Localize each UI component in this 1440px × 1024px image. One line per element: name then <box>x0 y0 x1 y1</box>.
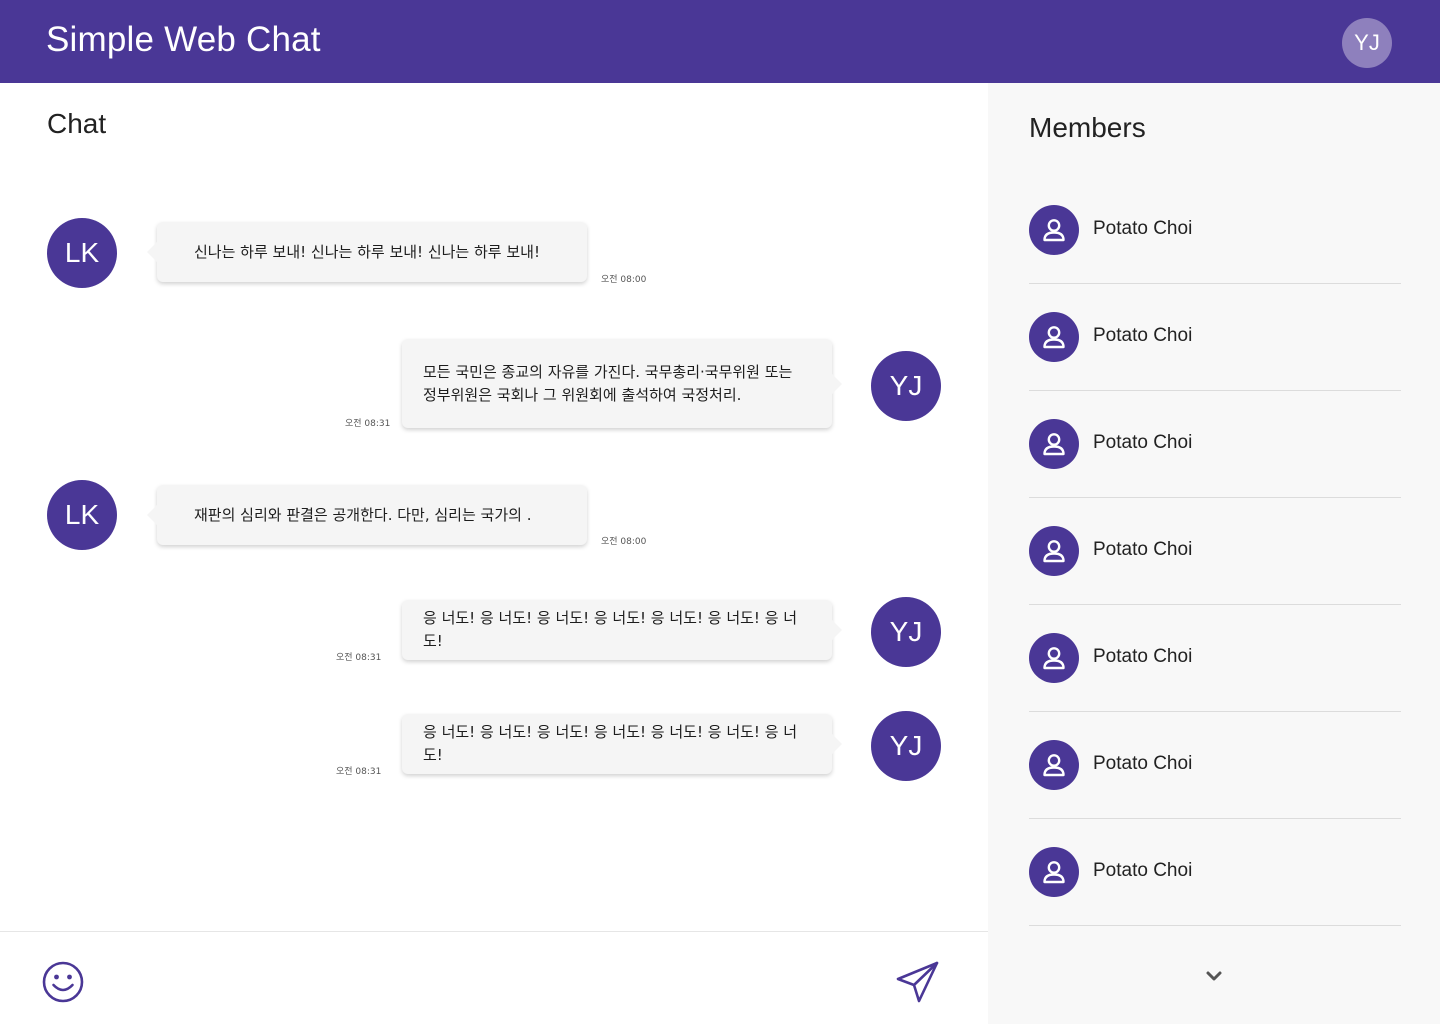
user-icon <box>1043 647 1065 670</box>
chat-panel: Chat LK 신나는 하루 보내! 신나는 하루 보내! 신나는 하루 보내!… <box>0 83 988 1024</box>
member-avatar <box>1029 205 1079 255</box>
message-bubble: 응 너도! 응 너도! 응 너도! 응 너도! 응 너도! 응 너도! 응 너도… <box>402 600 842 660</box>
member-name: Potato Choi <box>1093 753 1193 774</box>
member-name: Potato Choi <box>1093 432 1193 453</box>
chevron-down-icon <box>1206 971 1222 981</box>
member-item[interactable]: Potato Choi <box>1029 819 1401 926</box>
message-timestamp: 오전 08:00 <box>601 275 647 285</box>
member-item[interactable]: Potato Choi <box>1029 391 1401 498</box>
member-item[interactable]: Potato Choi <box>1029 177 1401 284</box>
sender-avatar: LK <box>47 218 117 288</box>
sender-avatar: YJ <box>871 711 941 781</box>
message-bubble: 재판의 심리와 판결은 공개한다. 다만, 심리는 국가의 . <box>147 485 587 545</box>
member-avatar <box>1029 633 1079 683</box>
sender-avatar: YJ <box>871 597 941 667</box>
message-timestamp: 오전 08:00 <box>601 537 647 547</box>
message-text: 응 너도! 응 너도! 응 너도! 응 너도! 응 너도! 응 너도! 응 너도… <box>423 723 798 764</box>
message-text: 재판의 심리와 판결은 공개한다. 다만, 심리는 국가의 . <box>194 505 532 524</box>
app-title: Simple Web Chat <box>46 20 321 59</box>
message-timestamp: 오전 08:31 <box>336 653 382 663</box>
app-header: Simple Web Chat YJ <box>0 0 1440 83</box>
member-item[interactable]: Potato Choi <box>1029 498 1401 605</box>
show-more-members-button[interactable] <box>1200 964 1228 988</box>
emoji-button[interactable] <box>41 960 85 1004</box>
members-title: Members <box>1029 112 1146 143</box>
message-text: 모든 국민은 종교의 자유를 가진다. 국무총리·국무위원 또는 정부위원은 국… <box>423 362 793 404</box>
message-composer <box>0 931 988 1024</box>
member-avatar <box>1029 526 1079 576</box>
message-bubble: 모든 국민은 종교의 자유를 가진다. 국무총리·국무위원 또는 정부위원은 국… <box>402 339 842 428</box>
user-icon <box>1043 326 1065 349</box>
message-timestamp: 오전 08:31 <box>336 767 382 777</box>
chat-title: Chat <box>47 108 107 139</box>
user-icon <box>1043 219 1065 242</box>
smiley-face-icon <box>42 961 84 1003</box>
member-avatar <box>1029 847 1079 897</box>
member-item[interactable]: Potato Choi <box>1029 712 1401 819</box>
member-avatar <box>1029 740 1079 790</box>
send-button[interactable] <box>895 959 941 1005</box>
message-text: 신나는 하루 보내! 신나는 하루 보내! 신나는 하루 보내! <box>194 242 540 261</box>
user-icon <box>1043 433 1065 456</box>
message-bubble: 신나는 하루 보내! 신나는 하루 보내! 신나는 하루 보내! <box>147 222 587 282</box>
member-name: Potato Choi <box>1093 325 1193 346</box>
paper-plane-icon <box>896 961 939 1003</box>
member-name: Potato Choi <box>1093 218 1193 239</box>
members-panel: Members Potato Choi Potato Choi Potato Cho… <box>988 83 1440 1024</box>
message-timestamp: 오전 08:31 <box>345 419 391 429</box>
member-avatar <box>1029 419 1079 469</box>
user-avatar[interactable]: YJ <box>1342 18 1392 68</box>
message-text: 응 너도! 응 너도! 응 너도! 응 너도! 응 너도! 응 너도! 응 너도… <box>423 609 798 650</box>
user-icon <box>1043 540 1065 563</box>
sender-avatar: YJ <box>871 351 941 421</box>
member-name: Potato Choi <box>1093 539 1193 560</box>
member-name: Potato Choi <box>1093 860 1193 881</box>
message-bubble: 응 너도! 응 너도! 응 너도! 응 너도! 응 너도! 응 너도! 응 너도… <box>402 714 842 774</box>
user-icon <box>1043 754 1065 777</box>
member-item[interactable]: Potato Choi <box>1029 284 1401 391</box>
member-name: Potato Choi <box>1093 646 1193 667</box>
user-icon <box>1043 861 1065 884</box>
member-avatar <box>1029 312 1079 362</box>
sender-avatar: LK <box>47 480 117 550</box>
member-item[interactable]: Potato Choi <box>1029 605 1401 712</box>
